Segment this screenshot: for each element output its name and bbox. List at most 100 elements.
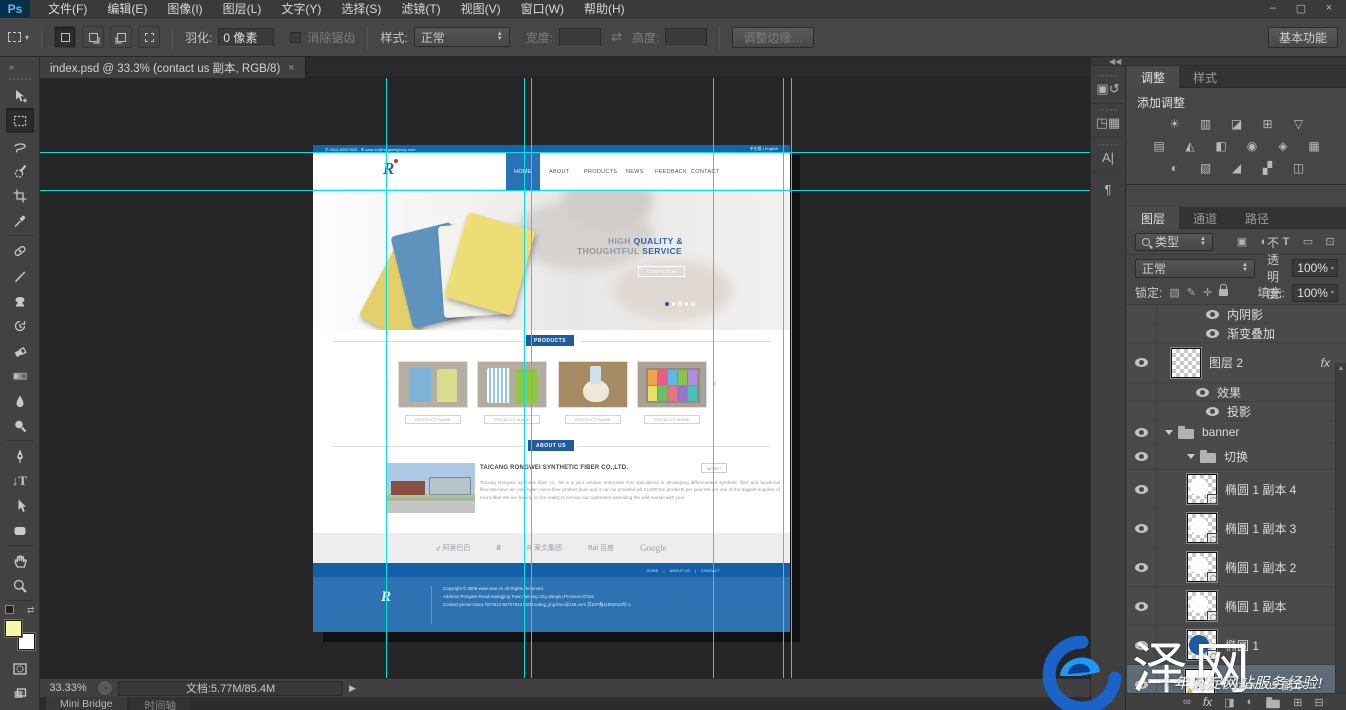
- vibrance-icon[interactable]: ▽: [1288, 116, 1310, 132]
- lock-position-icon[interactable]: ✛: [1203, 286, 1212, 299]
- refine-edge-button[interactable]: 调整边缘…: [732, 27, 814, 48]
- layer-row[interactable]: 图层 2 fx: [1127, 343, 1346, 383]
- guide-vertical-5[interactable]: [783, 78, 784, 678]
- rectangular-marquee-tool[interactable]: [6, 108, 34, 133]
- shape-layer-thumbnail[interactable]: [1187, 552, 1217, 582]
- curves-icon[interactable]: ◪: [1226, 116, 1248, 132]
- partner-alibaba-logo[interactable]: e阿里巴巴: [436, 543, 470, 553]
- nav-home[interactable]: HOME: [506, 153, 540, 190]
- layer-effects-header-row[interactable]: 效果: [1127, 383, 1346, 402]
- link-layers-icon[interactable]: ∞: [1183, 696, 1191, 708]
- visibility-eye-icon[interactable]: [1135, 602, 1148, 611]
- tab-mini-bridge[interactable]: Mini Bridge: [46, 697, 127, 710]
- eraser-tool[interactable]: [6, 338, 34, 363]
- nav-about[interactable]: ABOUT: [549, 153, 569, 190]
- partner-baidu-logo[interactable]: Bai 百度: [588, 543, 614, 553]
- carousel-dot-active[interactable]: [665, 302, 669, 306]
- layers-scrollbar[interactable]: ▲: [1335, 363, 1346, 693]
- group-expand-icon[interactable]: [1187, 454, 1195, 459]
- brightness-contrast-icon[interactable]: ☀: [1164, 116, 1186, 132]
- hue-saturation-icon[interactable]: ▤: [1148, 138, 1170, 154]
- blend-mode-dropdown[interactable]: 正常 ▲▼: [1135, 259, 1255, 278]
- channel-mixer-icon[interactable]: ◈: [1272, 138, 1294, 154]
- footer-link-contact[interactable]: CONTACT: [701, 568, 720, 573]
- partner-rongwei-logo[interactable]: R: [496, 544, 501, 552]
- path-selection-tool[interactable]: [6, 493, 34, 518]
- visibility-eye-icon[interactable]: [1135, 680, 1148, 689]
- guide-vertical-1[interactable]: [386, 78, 387, 678]
- product-image-2[interactable]: [477, 361, 547, 408]
- layer-thumbnail[interactable]: [1171, 348, 1201, 378]
- selection-add-button[interactable]: [82, 26, 104, 48]
- layer-style-icon[interactable]: fx: [1203, 695, 1212, 709]
- blur-tool[interactable]: [6, 388, 34, 413]
- visibility-eye-icon[interactable]: [1135, 563, 1148, 572]
- gradient-map-icon[interactable]: ▞: [1257, 160, 1279, 176]
- product-image-1[interactable]: [398, 361, 468, 408]
- type-layer-thumbnail[interactable]: T⚠: [1185, 669, 1215, 693]
- selection-intersect-button[interactable]: [138, 26, 160, 48]
- canvas[interactable]: ✆ 0512-82907626 ✉ sara.xu@rongweigroup.c…: [40, 78, 1090, 678]
- color-lookup-icon[interactable]: ▦: [1303, 138, 1325, 154]
- dock-collapse-icon[interactable]: ◀◀: [1091, 57, 1346, 66]
- product-image-4[interactable]: [637, 361, 707, 408]
- selection-subtract-button[interactable]: [110, 26, 132, 48]
- menu-file[interactable]: 文件(F): [38, 0, 97, 18]
- product-name-button-3[interactable]: PRODUCT NAME: [565, 415, 621, 424]
- visibility-eye-icon[interactable]: [1196, 388, 1209, 397]
- scroll-up-icon[interactable]: ▲: [1338, 365, 1345, 372]
- lasso-tool[interactable]: [6, 133, 34, 158]
- posterize-icon[interactable]: ▧: [1195, 160, 1217, 176]
- lock-pixels-icon[interactable]: ✎: [1187, 286, 1196, 299]
- ellipse-layer-thumbnail[interactable]: [1187, 630, 1217, 660]
- tab-timeline[interactable]: 时间轴: [131, 697, 191, 710]
- tab-channels[interactable]: 通道: [1179, 207, 1231, 229]
- partner-google-logo[interactable]: Google: [640, 543, 667, 553]
- invert-icon[interactable]: ◐: [1164, 160, 1186, 176]
- guide-vertical-3[interactable]: [531, 78, 532, 678]
- menu-help[interactable]: 帮助(H): [574, 0, 635, 18]
- new-adjustment-layer-icon[interactable]: ◐: [1247, 696, 1254, 708]
- product-image-3[interactable]: [558, 361, 628, 408]
- quick-selection-tool[interactable]: [6, 158, 34, 183]
- quick-mask-button[interactable]: [6, 656, 34, 681]
- document-size-info[interactable]: 文档:5.77M/85.4M: [118, 681, 343, 696]
- nav-contact[interactable]: CONTACT: [691, 153, 719, 190]
- visibility-eye-icon[interactable]: [1206, 407, 1219, 416]
- layer-row-selected[interactable]: T⚠ contact us 副本: [1127, 665, 1346, 693]
- workspace-switcher-button[interactable]: 基本功能: [1268, 27, 1338, 48]
- nav-products[interactable]: PRODUCTS: [584, 153, 617, 190]
- shape-layer-thumbnail[interactable]: [1187, 591, 1217, 621]
- exposure-icon[interactable]: ⊞: [1257, 116, 1279, 132]
- guide-vertical-4[interactable]: [713, 78, 714, 678]
- shape-layer-thumbnail[interactable]: [1187, 513, 1217, 543]
- tab-close-icon[interactable]: ×: [288, 62, 294, 74]
- menu-edit[interactable]: 编辑(E): [97, 0, 157, 18]
- gradient-tool[interactable]: [6, 363, 34, 388]
- footer-link-home[interactable]: HOME: [646, 568, 658, 573]
- product-name-button-1[interactable]: PRODUCT NAME: [405, 415, 461, 424]
- tab-paths[interactable]: 路径: [1231, 207, 1283, 229]
- guide-horizontal-2[interactable]: [40, 190, 1090, 191]
- lock-transparency-icon[interactable]: ▨: [1169, 286, 1179, 299]
- height-input[interactable]: [665, 28, 707, 47]
- dodge-tool[interactable]: [6, 413, 34, 438]
- visibility-eye-icon[interactable]: [1135, 428, 1148, 437]
- nav-feedback[interactable]: FEEDBACK: [655, 153, 687, 190]
- new-layer-icon[interactable]: ⊞: [1293, 696, 1302, 709]
- layer-mask-icon[interactable]: ◨: [1224, 696, 1234, 709]
- clone-stamp-tool[interactable]: [6, 288, 34, 313]
- status-clock-icon[interactable]: ◔: [98, 681, 112, 695]
- paragraph-panel-icon[interactable]: ¶: [1093, 172, 1123, 206]
- antialias-checkbox[interactable]: [290, 32, 301, 43]
- type-tool[interactable]: ↓T: [6, 468, 34, 493]
- visibility-eye-icon[interactable]: [1206, 329, 1219, 338]
- footer-link-about[interactable]: ABOUT US: [670, 568, 690, 573]
- restore-icon[interactable]: ▢: [1294, 2, 1308, 15]
- character-panel-icon[interactable]: ''''''''A|: [1093, 138, 1123, 172]
- brush-tool[interactable]: [6, 263, 34, 288]
- guide-vertical-6[interactable]: [791, 78, 792, 678]
- layer-row[interactable]: 椭圆 1 副本 3: [1127, 509, 1346, 548]
- status-flyout-icon[interactable]: ▶: [349, 683, 356, 694]
- threshold-icon[interactable]: ◢: [1226, 160, 1248, 176]
